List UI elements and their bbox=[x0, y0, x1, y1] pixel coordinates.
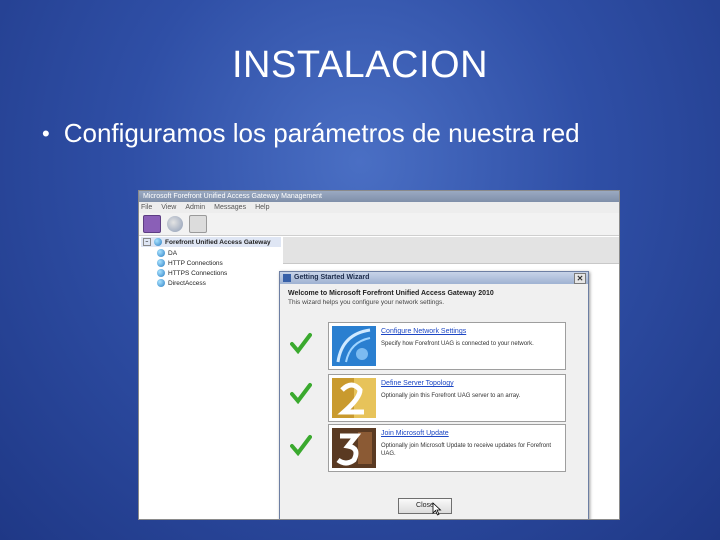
wizard-welcome: Welcome to Microsoft Forefront Unified A… bbox=[288, 290, 494, 297]
tree-item-da[interactable]: DA bbox=[141, 249, 281, 257]
menu-messages[interactable]: Messages bbox=[214, 202, 246, 213]
bullet-text: Configuramos los parámetros de nuestra r… bbox=[63, 118, 580, 148]
tree-root[interactable]: − Forefront Unified Access Gateway bbox=[141, 237, 281, 247]
wizard-titlebar: Getting Started Wizard ✕ bbox=[280, 272, 588, 284]
checkmark-icon bbox=[290, 333, 312, 354]
checkmark-icon bbox=[290, 383, 312, 404]
menu-view[interactable]: View bbox=[161, 202, 176, 213]
tree-item-directaccess[interactable]: DirectAccess bbox=[141, 279, 281, 287]
globe-icon bbox=[157, 269, 165, 277]
number-3-icon bbox=[332, 428, 376, 468]
globe-icon bbox=[154, 238, 162, 246]
close-button[interactable]: Close bbox=[398, 498, 452, 514]
activate-icon[interactable] bbox=[167, 216, 183, 232]
console-toolbar bbox=[139, 213, 619, 236]
globe-icon bbox=[157, 259, 165, 267]
task-description: Optionally join this Forefront UAG serve… bbox=[381, 393, 521, 399]
wizard-app-icon bbox=[283, 274, 291, 282]
join-update-link[interactable]: Join Microsoft Update bbox=[381, 430, 449, 437]
uag-management-console: Microsoft Forefront Unified Access Gatew… bbox=[138, 190, 620, 520]
define-topology-link[interactable]: Define Server Topology bbox=[381, 380, 454, 387]
tree-root-label: Forefront Unified Access Gateway bbox=[165, 238, 271, 246]
tree-item-http[interactable]: HTTP Connections bbox=[141, 259, 281, 267]
bullet-point: • Configuramos los parámetros de nuestra… bbox=[42, 118, 580, 149]
globe-icon bbox=[157, 279, 165, 287]
tree-item-label: HTTPS Connections bbox=[168, 269, 228, 277]
save-icon[interactable] bbox=[143, 215, 161, 233]
task-configure-network: Configure Network Settings Specify how F… bbox=[328, 322, 566, 370]
menu-help[interactable]: Help bbox=[255, 202, 269, 213]
menu-file[interactable]: File bbox=[141, 202, 152, 213]
task-description: Optionally join Microsoft Update to rece… bbox=[381, 443, 552, 457]
tree-item-label: DA bbox=[168, 249, 178, 257]
navigation-tree: − Forefront Unified Access Gateway DA HT… bbox=[141, 237, 281, 287]
task-join-update: Join Microsoft Update Optionally join Mi… bbox=[328, 424, 566, 472]
network-icon bbox=[332, 326, 376, 366]
number-2-icon bbox=[332, 378, 376, 418]
task-define-topology: Define Server Topology Optionally join t… bbox=[328, 374, 566, 422]
menu-admin[interactable]: Admin bbox=[185, 202, 205, 213]
checkmark-icon bbox=[290, 435, 312, 456]
collapse-icon[interactable]: − bbox=[143, 238, 151, 246]
getting-started-wizard: Getting Started Wizard ✕ Welcome to Micr… bbox=[279, 271, 589, 519]
wizard-title: Getting Started Wizard bbox=[294, 274, 370, 281]
bullet-icon: • bbox=[42, 120, 50, 146]
tree-item-https[interactable]: HTTPS Connections bbox=[141, 269, 281, 277]
mouse-cursor-icon bbox=[432, 502, 442, 516]
details-pane-header bbox=[283, 237, 619, 264]
tree-item-label: HTTP Connections bbox=[168, 259, 223, 267]
configure-network-link[interactable]: Configure Network Settings bbox=[381, 328, 466, 335]
slide-title: INSTALACION bbox=[231, 44, 489, 86]
console-titlebar: Microsoft Forefront Unified Access Gatew… bbox=[139, 191, 619, 202]
close-icon[interactable]: ✕ bbox=[574, 273, 586, 284]
console-menubar: File View Admin Messages Help bbox=[139, 202, 619, 213]
globe-icon bbox=[157, 249, 165, 257]
report-icon[interactable] bbox=[189, 215, 207, 233]
task-description: Specify how Forefront UAG is connected t… bbox=[381, 341, 534, 347]
tree-item-label: DirectAccess bbox=[168, 279, 206, 287]
wizard-description: This wizard helps you configure your net… bbox=[288, 299, 445, 306]
